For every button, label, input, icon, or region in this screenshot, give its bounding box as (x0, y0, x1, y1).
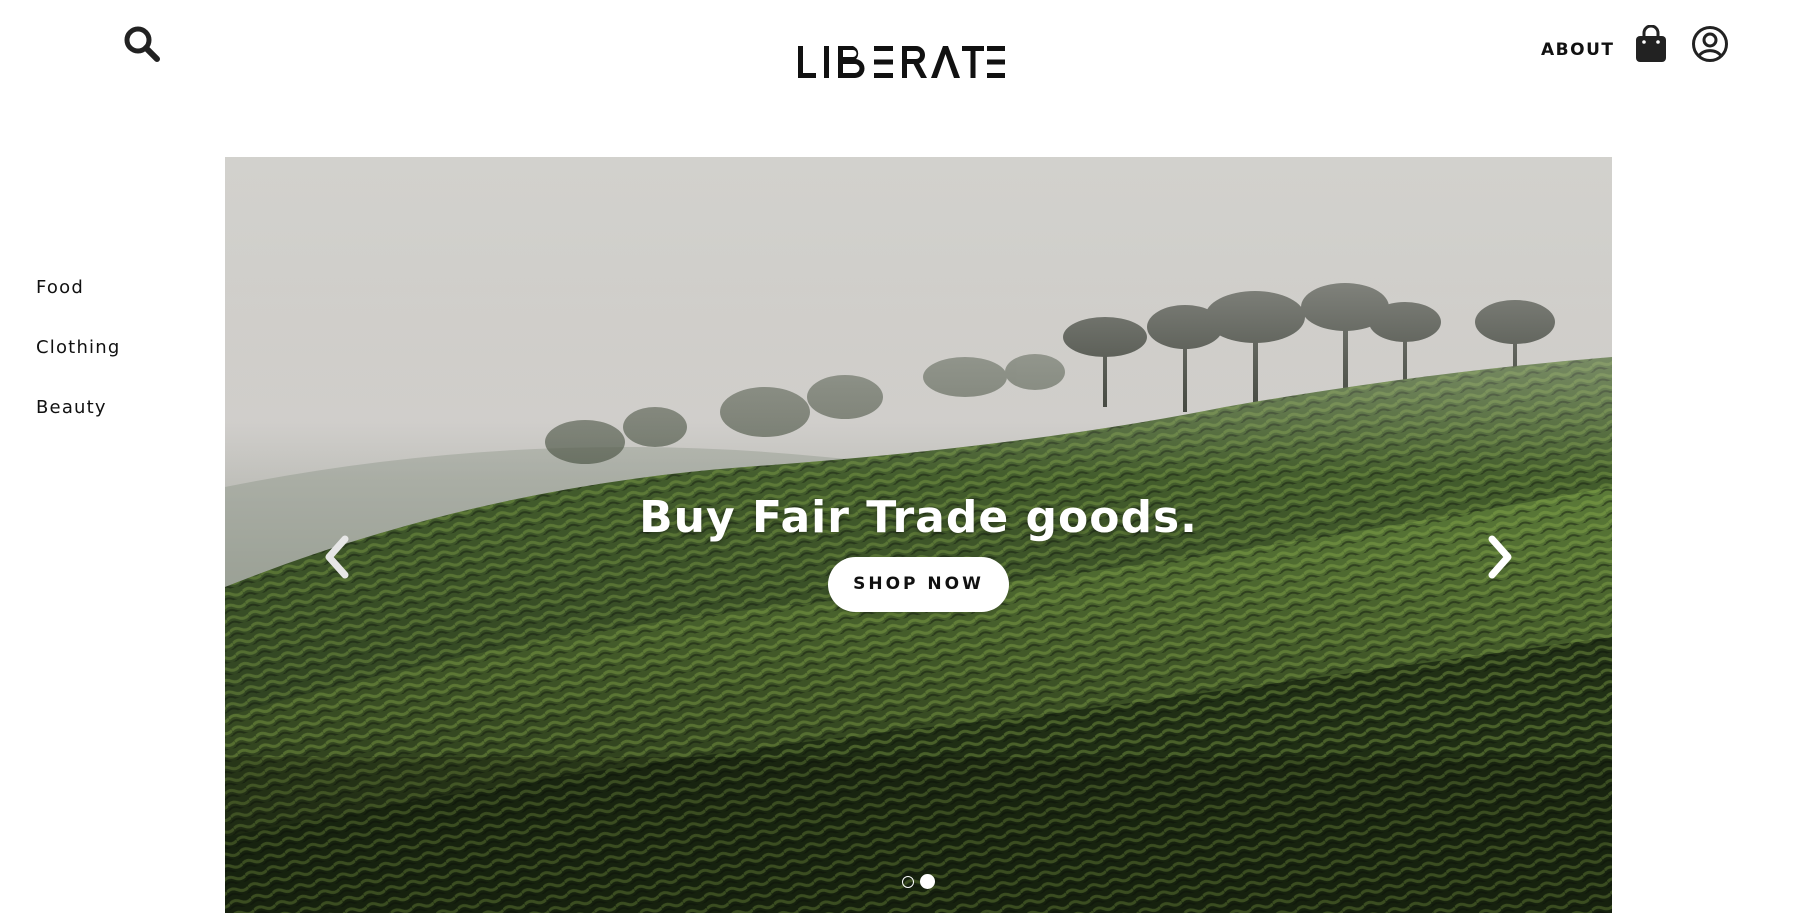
carousel-prev-button[interactable] (315, 527, 359, 587)
carousel-dot-1[interactable] (901, 875, 914, 888)
chevron-left-icon (325, 535, 349, 579)
about-link[interactable]: ABOUT (1541, 40, 1614, 60)
shopping-bag-icon (1636, 24, 1666, 62)
cart-button[interactable] (1634, 24, 1668, 63)
account-button[interactable] (1691, 25, 1729, 63)
chevron-right-icon (1488, 535, 1512, 579)
hero-content: Buy Fair Trade goods. SHOP NOW (225, 492, 1612, 612)
sidebar-item-clothing[interactable]: Clothing (36, 335, 186, 395)
user-circle-icon (1692, 26, 1728, 62)
carousel-next-button[interactable] (1478, 527, 1522, 587)
page: ABOUT Food Clothing Beauty Buy Fair Trad… (0, 0, 1801, 913)
shop-now-button[interactable]: SHOP NOW (828, 557, 1009, 612)
hero-title: Buy Fair Trade goods. (639, 492, 1198, 543)
header-nav: ABOUT (1541, 20, 1801, 68)
sidebar-item-beauty[interactable]: Beauty (36, 395, 186, 455)
carousel-indicators (225, 873, 1612, 891)
brand-logo[interactable] (0, 42, 1801, 87)
carousel-dot-2[interactable] (920, 874, 936, 890)
sidebar-item-food[interactable]: Food (36, 275, 186, 335)
logo-wordmark (797, 46, 1005, 78)
category-sidebar: Food Clothing Beauty (36, 275, 186, 455)
hero-carousel: Buy Fair Trade goods. SHOP NOW (225, 157, 1612, 913)
